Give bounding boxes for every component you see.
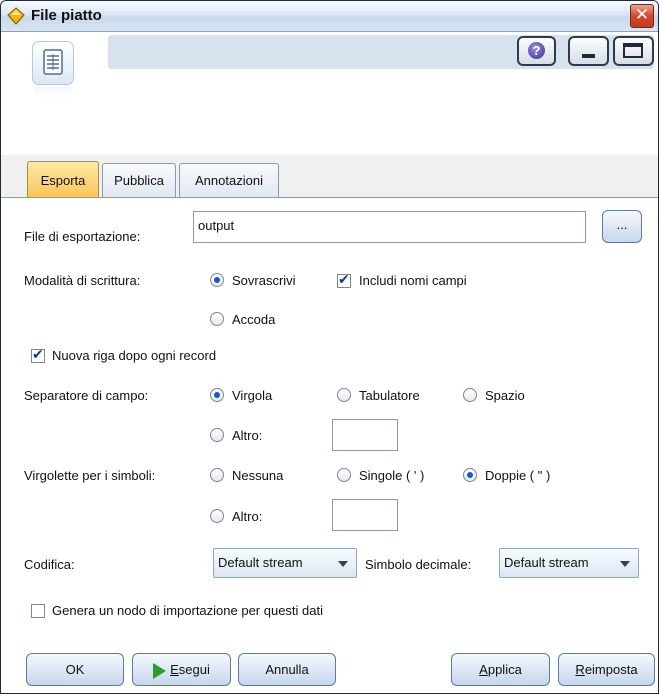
decimal-symbol-value: Default stream [504,555,589,570]
close-icon: ✕ [634,5,650,24]
radio-append[interactable] [210,312,224,326]
close-button[interactable]: ✕ [630,4,654,28]
apply-mnemonic: A [479,662,488,677]
reset-button[interactable]: Reimposta [558,653,655,686]
file-node-icon [32,41,74,85]
generate-import-node-label: Genera un nodo di importazione per quest… [52,603,324,618]
radio-sep-tab-label: Tabulatore [359,388,420,403]
dropdown-caret-icon [620,561,630,567]
dialog-window: File piatto ✕ ? Esporta Pubblica Annotaz… [0,0,659,694]
minimize-button[interactable] [568,36,609,66]
reset-label-rest: eimposta [584,662,638,677]
newline-label: Nuova riga dopo ogni record [52,348,217,363]
radio-sep-space-label: Spazio [485,388,525,403]
field-separator-label: Separatore di campo: [24,388,149,403]
radio-overwrite-label: Sovrascrivi [232,273,296,288]
encoding-dropdown[interactable]: Default stream [213,548,357,578]
apply-button[interactable]: Applica [451,653,550,686]
run-button[interactable]: Esegui [132,653,231,686]
help-button[interactable]: ? [517,36,556,66]
write-mode-label: Modalità di scrittura: [24,273,141,288]
radio-sep-comma-label: Virgola [232,388,273,403]
reset-mnemonic: R [575,662,585,677]
browse-button[interactable]: ... [602,210,642,243]
radio-quote-none-label: Nessuna [232,468,284,483]
window-title: File piatto [31,7,102,24]
radio-sep-tab[interactable] [337,388,351,402]
run-label-rest: segui [178,662,210,677]
apply-label-rest: pplica [487,662,522,677]
maximize-icon [623,43,643,58]
encoding-label: Codifica: [24,557,75,572]
radio-sep-comma[interactable] [210,388,224,402]
run-mnemonic: E [170,662,179,677]
export-file-input[interactable]: output [193,211,586,243]
generate-import-node-checkbox[interactable] [31,604,45,618]
decimal-symbol-label: Simbolo decimale: [365,557,472,572]
encoding-value: Default stream [218,555,303,570]
decimal-symbol-dropdown[interactable]: Default stream [499,548,639,578]
newline-checkbox[interactable] [31,346,45,363]
radio-quote-none[interactable] [210,468,224,482]
radio-sep-other[interactable] [210,428,224,442]
radio-overwrite[interactable] [210,273,224,287]
export-file-label: File di esportazione: [24,229,141,244]
play-icon [153,662,167,679]
help-icon: ? [528,42,545,59]
maximize-button[interactable] [613,36,654,66]
radio-sep-other-label: Altro: [232,428,263,443]
radio-sep-space[interactable] [463,388,477,402]
radio-quote-other[interactable] [210,509,224,523]
radio-quote-single[interactable] [337,468,351,482]
quotes-label: Virgolette per i simboli: [24,468,156,483]
tab-annotazioni[interactable]: Annotazioni [179,163,279,197]
quote-other-input[interactable] [332,499,398,531]
minimize-icon [582,54,595,58]
title-bar[interactable]: File piatto ✕ [1,1,658,32]
dropdown-caret-icon [338,561,348,567]
include-field-names-label: Includi nomi campi [359,273,467,288]
cancel-button[interactable]: Annulla [238,653,336,686]
radio-quote-double[interactable] [463,468,477,482]
radio-quote-double-label: Doppie ( " ) [485,468,551,483]
radio-append-label: Accoda [232,312,276,327]
tab-esporta[interactable]: Esporta [27,161,99,197]
diamond-node-icon [7,7,25,25]
include-field-names-checkbox[interactable] [337,271,351,288]
radio-quote-single-label: Singole ( ' ) [359,468,425,483]
icon-reflection [34,87,72,99]
sep-other-input[interactable] [332,419,398,451]
tab-pubblica[interactable]: Pubblica [102,163,176,197]
ok-button[interactable]: OK [26,653,124,686]
radio-quote-other-label: Altro: [232,509,263,524]
